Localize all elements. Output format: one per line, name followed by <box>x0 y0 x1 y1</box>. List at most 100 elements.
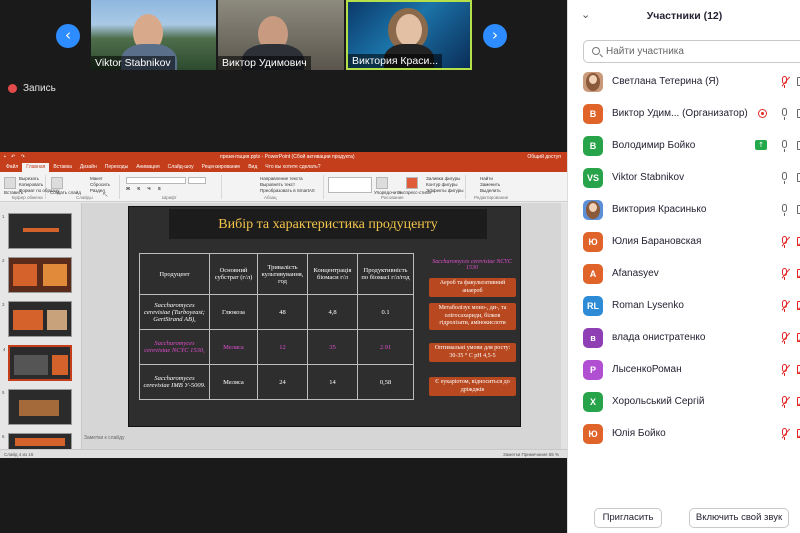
slide-thumbnail[interactable]: 1 <box>2 213 72 249</box>
producer-comparison-table[interactable]: Продуцент Основний субстрат (г/л) Тривал… <box>139 253 414 400</box>
shape-effects-button[interactable]: Эффекты фигуры <box>426 188 464 193</box>
paste-icon[interactable] <box>4 177 16 189</box>
slide-canvas[interactable]: Вибір та характеристика продуценту Проду… <box>128 206 521 427</box>
font-style-buttons[interactable]: Ж К Ч S <box>126 186 164 191</box>
participant-initials-avatar: Ю <box>583 424 603 444</box>
table-header: Продуктивність по біомасі г/л/год <box>357 253 414 295</box>
microphone-muted-icon[interactable] <box>779 331 791 345</box>
participant-row[interactable]: RL Roman Lysenko <box>568 291 800 323</box>
participant-row[interactable]: В Володимир Бойко ↑ <box>568 131 800 163</box>
view-zoom-controls[interactable]: Заметки Примечания 55 % <box>503 450 559 458</box>
ppt-tab-file[interactable]: Файл <box>2 163 22 172</box>
quick-access-toolbar-icons[interactable]: ▪ ↶ ↷ <box>4 152 27 163</box>
ppt-share-button[interactable]: Общий доступ <box>527 152 561 163</box>
next-page-arrow-icon[interactable]: › <box>483 24 507 48</box>
table-row: Saccharomyces cerevisiae (Turboyeast; Ge… <box>139 294 414 330</box>
shape-fill-button[interactable]: Заливка фигуры <box>426 176 460 181</box>
table-cell: 24 <box>257 364 308 400</box>
slide-thumbnail[interactable]: 5 <box>2 389 72 425</box>
microphone-muted-icon[interactable] <box>779 75 791 89</box>
replace-button[interactable]: Заменить <box>480 182 500 187</box>
participant-row[interactable]: Светлана Тетерина (Я) <box>568 67 800 99</box>
font-name-select[interactable] <box>126 177 186 184</box>
slide-notes-area[interactable]: Заметки к слайду <box>84 435 125 441</box>
participant-row[interactable]: VS Viktor Stabnikov <box>568 163 800 195</box>
new-slide-icon[interactable] <box>51 177 63 189</box>
info-box-classification[interactable]: Є еукаріотом, відноситься до дріжджів <box>429 377 516 396</box>
participant-row[interactable]: В Виктор Удим... (Организатор) <box>568 99 800 131</box>
ppt-tab-view[interactable]: Вид <box>244 163 261 172</box>
recording-indicator[interactable]: Запись <box>8 83 56 94</box>
slide-title[interactable]: Вибір та характеристика продуценту <box>169 217 487 233</box>
layout-button[interactable]: Макет <box>90 176 103 181</box>
table-cell-producer: Saccharomyces cerevisiae (Turboyeast; Ge… <box>139 294 210 330</box>
align-text-button[interactable]: Выровнять текст <box>260 182 295 187</box>
previous-page-arrow-icon[interactable]: ‹ <box>56 24 80 48</box>
video-tile-viktor-stabnikov[interactable]: Viktor Stabnikov <box>91 0 216 70</box>
ppt-tell-me-search[interactable]: Что вы хотите сделать? <box>261 163 324 172</box>
cut-button[interactable]: Вырезать <box>19 176 39 181</box>
copy-button[interactable]: Копировать <box>19 182 43 187</box>
microphone-muted-icon[interactable] <box>779 299 791 313</box>
microphone-icon[interactable] <box>779 171 791 185</box>
font-size-select[interactable] <box>188 177 206 184</box>
video-tile-viktor-udimovich[interactable]: Виктор Удимович <box>218 0 344 70</box>
participant-name: Afanasyev <box>612 268 659 279</box>
video-tile-viktoriya-krasinko-active-speaker[interactable]: Виктория Краси... <box>346 0 472 70</box>
participant-status-icons <box>775 139 800 153</box>
convert-smartart-button[interactable]: Преобразовать в SmartArt <box>260 188 315 193</box>
slide-thumbnail[interactable]: 2 <box>2 257 72 293</box>
microphone-muted-icon[interactable] <box>779 363 791 377</box>
participant-row[interactable]: Ю Юлія Бойко <box>568 419 800 451</box>
strain-heading[interactable]: Saccharomyces cerevisiae NCYC 1530 <box>429 259 515 271</box>
participant-row[interactable]: в влада онистратенко <box>568 323 800 355</box>
ppt-tab-review[interactable]: Рецензирование <box>198 163 245 172</box>
ppt-workspace: 1 2 3 4 5 6 Вибір та характеристика прод… <box>0 203 567 458</box>
microphone-icon[interactable] <box>779 139 791 153</box>
table-cell: 4,8 <box>307 294 358 330</box>
unmute-self-button[interactable]: Включить свой звук <box>689 508 789 528</box>
ppt-tab-insert[interactable]: Вставка <box>49 163 76 172</box>
shapes-gallery[interactable] <box>328 177 372 193</box>
participant-row[interactable]: Х Хорольський Сергій <box>568 387 800 419</box>
participant-search-input[interactable] <box>606 44 786 59</box>
ppt-tab-design[interactable]: Дизайн <box>76 163 101 172</box>
arrange-icon[interactable] <box>376 177 388 189</box>
invite-button[interactable]: Пригласить <box>594 508 662 528</box>
participant-row[interactable]: Р ЛысенкоРоман <box>568 355 800 387</box>
info-box-growth-conditions[interactable]: Оптимальні умови для росту: 30-35 ° С рН… <box>429 343 516 362</box>
select-button[interactable]: Выделить <box>480 188 501 193</box>
microphone-muted-icon[interactable] <box>779 267 791 281</box>
ppt-tab-animations[interactable]: Анимация <box>132 163 163 172</box>
participant-search-box[interactable] <box>583 40 800 63</box>
slide-thumbnail[interactable]: 3 <box>2 301 72 337</box>
table-row-highlighted: Saccharomyces cerevisiae NCYC 1530, Меля… <box>139 329 414 365</box>
table-cell-producer: Saccharomyces cerevisiae NCYC 1530, <box>139 329 210 365</box>
microphone-icon[interactable] <box>779 107 791 121</box>
table-header: Концентрація біомаси г/л <box>307 253 358 295</box>
microphone-icon[interactable] <box>779 203 791 217</box>
microphone-muted-icon[interactable] <box>779 427 791 441</box>
ppt-tab-transitions[interactable]: Переходы <box>101 163 132 172</box>
producer-name: Saccharomyces cerevisiae (Turboyeast; Ge… <box>144 301 205 323</box>
shape-outline-button[interactable]: Контур фигуры <box>426 182 457 187</box>
table-header: Продуцент <box>139 253 210 295</box>
info-box-metabolism[interactable]: Метаболізує моно-, ди-, та олігосахариди… <box>429 303 516 330</box>
participants-title: Участники (12) <box>646 10 723 22</box>
ppt-tab-slideshow[interactable]: Слайд-шоу <box>164 163 198 172</box>
reset-button[interactable]: Сбросить <box>90 182 110 187</box>
text-direction-button[interactable]: Направление текста <box>260 176 303 181</box>
find-button[interactable]: Найти <box>480 176 493 181</box>
microphone-muted-icon[interactable] <box>779 395 791 409</box>
info-box-respiration[interactable]: Аероб та факультативний анаероб <box>429 278 516 297</box>
ppt-tab-home[interactable]: Главная <box>22 163 50 172</box>
ppt-ribbon: Вставить Вырезать Копировать Формат по о… <box>0 172 567 202</box>
participant-row[interactable]: Ю Юлия Барановская <box>568 227 800 259</box>
participant-row[interactable]: Виктория Красинько <box>568 195 800 227</box>
quick-styles-icon[interactable] <box>406 177 418 189</box>
participants-header: ⌄ Участники (12) <box>568 0 800 32</box>
participant-row[interactable]: A Afanasyev <box>568 259 800 291</box>
microphone-muted-icon[interactable] <box>779 235 791 249</box>
participant-face <box>396 14 422 46</box>
slide-thumbnail-selected[interactable]: 4 <box>3 345 72 381</box>
